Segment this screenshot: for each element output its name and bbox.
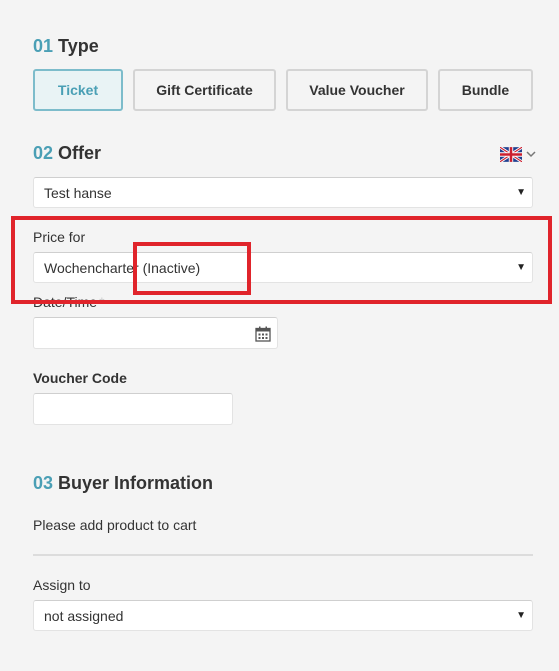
assign-to-select[interactable]: not assigned ▼ — [33, 600, 533, 631]
buyer-section-heading: 03 Buyer Information — [33, 473, 213, 494]
inactive-highlight-box — [133, 242, 251, 295]
uk-flag-icon — [500, 146, 522, 162]
assign-to-label: Assign to — [33, 577, 91, 593]
offer-section-heading: 02 Offer — [33, 143, 101, 164]
type-ticket-button[interactable]: Ticket — [33, 69, 123, 111]
type-section-title: Type — [58, 36, 99, 56]
caret-down-icon: ▼ — [516, 609, 526, 621]
buyer-section-number: 03 — [33, 473, 54, 493]
voucher-code-input[interactable] — [33, 393, 233, 425]
offer-section-title: Offer — [58, 143, 102, 163]
section-divider — [33, 554, 533, 556]
type-bundle-button[interactable]: Bundle — [438, 69, 533, 111]
offer-select[interactable]: Test hanse ▼ — [33, 177, 533, 208]
type-section-number: 01 — [33, 36, 54, 56]
type-value-voucher-button[interactable]: Value Voucher — [286, 69, 428, 111]
offer-select-value: Test hanse — [44, 184, 112, 201]
add-product-message: Please add product to cart — [33, 517, 197, 533]
language-selector[interactable] — [500, 146, 538, 162]
chevron-down-icon — [526, 151, 536, 158]
price-for-highlight-box — [11, 216, 552, 304]
offer-section-number: 02 — [33, 143, 54, 163]
voucher-code-label: Voucher Code — [33, 370, 127, 386]
assign-to-select-value: not assigned — [44, 607, 124, 624]
calendar-icon[interactable] — [255, 326, 271, 342]
type-gift-certificate-button[interactable]: Gift Certificate — [133, 69, 276, 111]
buyer-section-title: Buyer Information — [58, 473, 214, 493]
caret-down-icon: ▼ — [516, 186, 526, 198]
type-section-heading: 01 Type — [33, 36, 99, 57]
date-time-input[interactable] — [33, 317, 278, 349]
